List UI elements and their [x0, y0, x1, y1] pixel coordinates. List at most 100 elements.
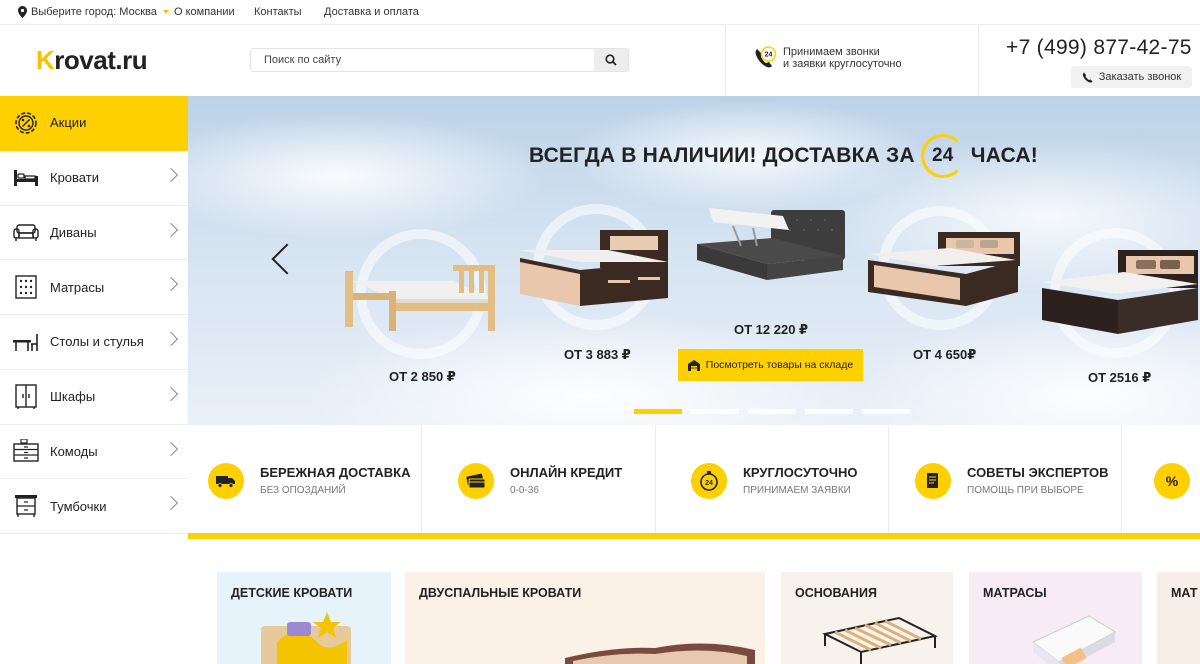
sidebar-item-mattresses[interactable]: Матрасы [0, 260, 188, 315]
sidebar-item-beds[interactable]: Кровати [0, 151, 188, 206]
chevron-down-icon [162, 10, 169, 14]
category-card-kids-beds[interactable]: ДЕТСКИЕ КРОВАТИ [217, 572, 391, 664]
sidebar-item-label: Комоды [50, 443, 98, 459]
feature-title: СОВЕТЫ ЭКСПЕРТОВ [967, 465, 1109, 480]
bed-price-5: ОТ 2516 ₽ [1088, 370, 1152, 385]
category-card-more[interactable]: МАТ [1157, 572, 1200, 664]
chevron-right-icon [163, 386, 179, 401]
sidebar-item-nightstands[interactable]: Тумбочки [0, 479, 188, 534]
search-box [250, 48, 629, 72]
kids-bed-image [261, 612, 351, 664]
callback-button[interactable]: Заказать звонок [1071, 66, 1192, 88]
link-delivery[interactable]: Доставка и оплата [324, 6, 419, 18]
calls-line-2: и заявки круглосуточно [783, 58, 902, 70]
nightstand-icon [12, 492, 40, 520]
phone-number[interactable]: +7 (499) 877-42-75 [1006, 36, 1192, 60]
view-stock-button[interactable]: Посмотреть товары на складе [678, 349, 863, 381]
slider-dot[interactable] [634, 409, 682, 414]
category-card-mattresses[interactable]: МАТРАСЫ [969, 572, 1142, 664]
chevron-right-icon [163, 277, 179, 292]
bed-price-2: ОТ 3 883 ₽ [564, 347, 631, 362]
slider-dot[interactable] [691, 409, 739, 414]
hero-banner: ВСЕГДА В НАЛИЧИИ! ДОСТАВКА ЗА 24 ЧАСА! О… [188, 96, 1200, 425]
bed-base-image [822, 616, 938, 664]
logo-text: rovat.ru [54, 45, 148, 75]
slider-dot[interactable] [805, 409, 853, 414]
feature-subtitle: 0-0-36 [510, 485, 539, 496]
warehouse-icon [687, 359, 700, 371]
category-title: ОСНОВАНИЯ [795, 586, 877, 600]
search-icon [605, 54, 617, 66]
slider-prev-arrow[interactable] [271, 243, 303, 275]
banner-title-text-end: ЧАСА! [970, 144, 1038, 167]
category-title: МАТРАСЫ [983, 586, 1047, 600]
category-card-bases[interactable]: ОСНОВАНИЯ [781, 572, 953, 664]
link-contacts-label: Контакты [254, 6, 302, 18]
top-bar: Выберите город: Москва О компании Контак… [0, 0, 1200, 25]
category-card-double-beds[interactable]: ДВУСПАЛЬНЫЕ КРОВАТИ [405, 572, 765, 664]
feature-title: БЕРЕЖНАЯ ДОСТАВКА [260, 465, 411, 480]
bed-image-1[interactable] [343, 251, 499, 331]
category-title: ДЕТСКИЕ КРОВАТИ [231, 586, 353, 600]
dresser-icon [12, 437, 40, 465]
slider-dot[interactable] [748, 409, 796, 414]
logo-letter: K [36, 45, 55, 75]
category-title: МАТ [1171, 586, 1198, 600]
bed-price-4: ОТ 4 650₽ [913, 347, 977, 362]
catalog-sidebar: Акции Кровати Диваны Матрасы Столы и сту… [0, 96, 188, 536]
slider-dot[interactable] [862, 409, 910, 414]
search-button[interactable] [594, 49, 628, 71]
bed-icon [12, 164, 40, 192]
link-contacts[interactable]: Контакты [254, 6, 302, 18]
feature-discounts: % [1136, 425, 1200, 533]
slider-pagination [634, 409, 910, 414]
percent-icon: % [1154, 463, 1190, 499]
mattress-icon [12, 273, 40, 301]
feature-delivery: БЕРЕЖНАЯ ДОСТАВКА БЕЗ ОПОЗДАНИЙ [188, 425, 421, 533]
bed-image-5[interactable] [1038, 248, 1200, 338]
bed-image-4[interactable] [866, 230, 1022, 310]
calls-badge: 24 [765, 52, 773, 59]
header-divider [725, 25, 726, 95]
chevron-right-icon [163, 331, 179, 347]
sidebar-item-dressers[interactable]: Комоды [0, 425, 188, 480]
feature-subtitle: ПРИНИМАЕМ ЗАЯВКИ [743, 485, 851, 496]
chevron-right-icon [163, 222, 179, 237]
category-title: ДВУСПАЛЬНЫЕ КРОВАТИ [419, 586, 582, 600]
feature-title: КРУГЛОСУТОЧНО [743, 465, 858, 480]
feature-title: ОНЛАЙН КРЕДИТ [510, 465, 623, 480]
sidebar-item-tables-chairs[interactable]: Столы и стулья [0, 315, 188, 370]
phone-icon [1082, 72, 1093, 83]
link-about[interactable]: О компании [174, 6, 235, 18]
location-pin-icon [18, 6, 27, 18]
sidebar-item-sofas[interactable]: Диваны [0, 206, 188, 261]
feature-subtitle: ПОМОЩЬ ПРИ ВЫБОРЕ [967, 485, 1084, 496]
banner-title-text: ВСЕГДА В НАЛИЧИИ! ДОСТАВКА ЗА [529, 144, 915, 167]
feature-divider [655, 425, 656, 533]
city-selector[interactable]: Выберите город: Москва [18, 6, 169, 18]
sidebar-item-label: Тумбочки [50, 498, 107, 514]
sidebar-item-wardrobes[interactable]: Шкафы [0, 370, 188, 425]
percent-badge: % [1165, 473, 1179, 489]
chevron-right-icon [163, 167, 179, 182]
sidebar-item-label: Столы и стулья [50, 334, 144, 350]
sidebar-item-label: Шкафы [50, 389, 96, 405]
clock-24-icon: 24 [691, 463, 727, 499]
bed-image-2[interactable] [518, 228, 672, 312]
search-input[interactable] [251, 49, 595, 71]
sidebar-item-label: Кровати [50, 170, 99, 186]
city-selector-label: Выберите город: Москва [31, 6, 157, 18]
sidebar-item-label: Диваны [50, 224, 97, 240]
site-logo[interactable]: Krovat.ru [36, 45, 148, 76]
sofa-icon [12, 218, 40, 246]
truck-icon [208, 463, 244, 499]
sidebar-item-promotions[interactable]: Акции [0, 96, 188, 151]
bed-price-3: ОТ 12 220 ₽ [734, 322, 809, 337]
header-divider [978, 25, 979, 95]
phone-24-icon: 24 [755, 46, 777, 68]
bed-image-3[interactable] [693, 206, 849, 286]
header: Krovat.ru 24 Принимаем звонки и заявки к… [0, 25, 1200, 95]
feature-divider [421, 425, 422, 533]
callback-label: Заказать звонок [1098, 71, 1182, 83]
feature-experts: СОВЕТЫ ЭКСПЕРТОВ ПОМОЩЬ ПРИ ВЫБОРЕ [895, 425, 1121, 533]
